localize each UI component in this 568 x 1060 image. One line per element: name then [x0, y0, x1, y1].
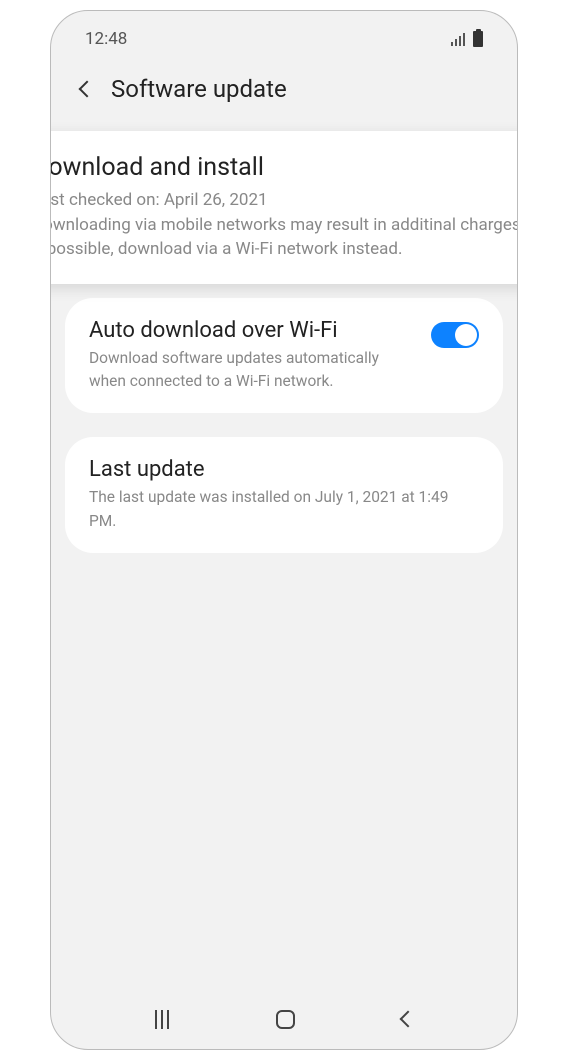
download-install-description: Downloading via mobile networks may resu… — [50, 213, 518, 262]
page-title: Software update — [111, 75, 287, 103]
auto-download-description: Download software updates automatically … — [89, 347, 413, 394]
auto-download-toggle[interactable] — [431, 322, 479, 348]
last-update-card[interactable]: Last update The last update was installe… — [65, 437, 503, 553]
signal-icon — [451, 32, 466, 46]
status-time: 12:48 — [85, 29, 127, 49]
battery-icon — [473, 31, 483, 47]
nav-home-button[interactable] — [276, 1010, 295, 1029]
nav-back-button[interactable] — [399, 1011, 416, 1028]
auto-download-title: Auto download over Wi-Fi — [89, 318, 413, 343]
device-frame: 12:48 Software update Download and insta… — [50, 10, 518, 1050]
download-install-title: Download and install — [50, 153, 518, 182]
last-update-title: Last update — [89, 457, 479, 482]
content: Download and install Last checked on: Ap… — [51, 131, 517, 553]
back-icon[interactable] — [79, 81, 96, 98]
auto-download-card[interactable]: Auto download over Wi-Fi Download softwa… — [65, 298, 503, 414]
toggle-knob — [455, 324, 477, 346]
download-install-last-checked: Last checked on: April 26, 2021 — [50, 188, 518, 213]
nav-recents-button[interactable] — [155, 1010, 169, 1029]
status-indicators — [451, 31, 484, 47]
download-install-card[interactable]: Download and install Last checked on: Ap… — [50, 131, 518, 284]
page-header: Software update — [51, 57, 517, 123]
status-bar: 12:48 — [51, 11, 517, 57]
navigation-bar — [51, 989, 517, 1049]
last-update-description: The last update was installed on July 1,… — [89, 486, 479, 533]
